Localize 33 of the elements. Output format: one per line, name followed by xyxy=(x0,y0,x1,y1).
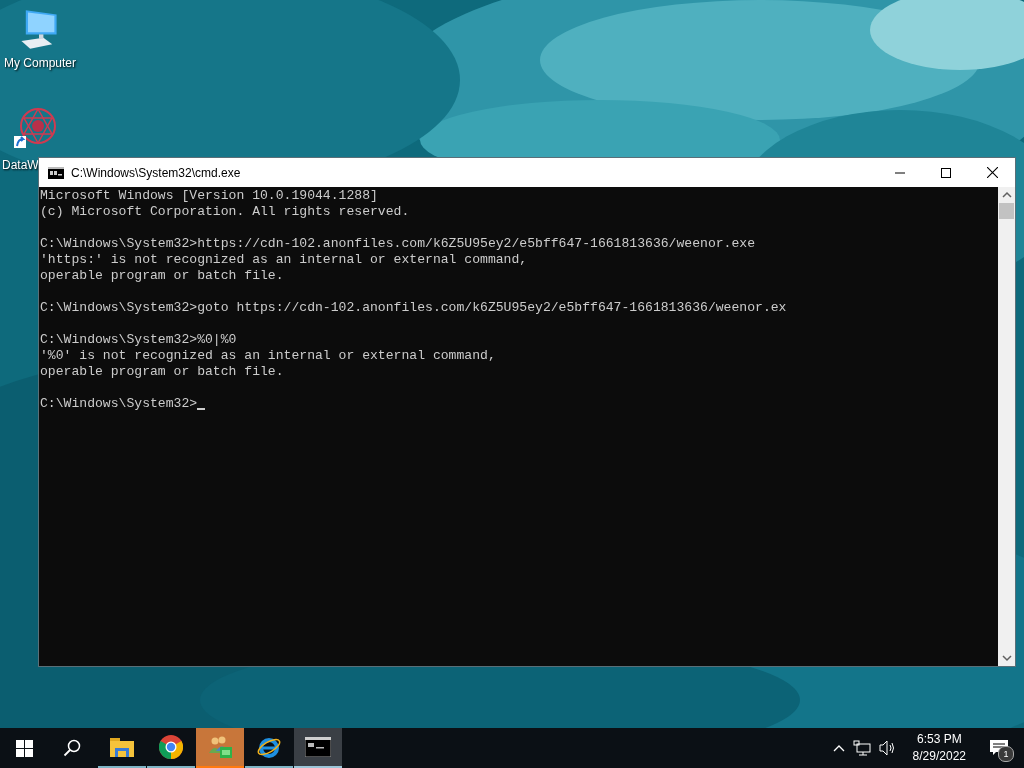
console-icon xyxy=(48,166,64,179)
folder-icon xyxy=(110,736,134,758)
chevron-up-icon[interactable] xyxy=(832,744,845,752)
network-icon[interactable] xyxy=(852,740,871,756)
clock-date: 8/29/2022 xyxy=(912,748,966,765)
users-icon xyxy=(207,735,233,759)
maximize-icon xyxy=(941,167,951,178)
console-line: C:\Windows\System32>%0|%0 xyxy=(40,332,237,348)
taskbar-app-button[interactable] xyxy=(294,728,342,768)
console-line: '%0' is not recognized as an internal or external command, xyxy=(40,348,496,364)
clock[interactable]: 6:53 PM 8/29/2022 xyxy=(908,731,970,765)
console-line: C:\Windows\System32>goto https://cdn-102.anonfiles.com/k6Z5U95ey2/e5bff647-1661813636/weenor.ex xyxy=(40,300,787,316)
volume-icon[interactable] xyxy=(878,740,897,756)
console-line: Microsoft Windows [Version 10.0.19044.1288] xyxy=(40,188,378,204)
console-line: 'https:' is not recognized as an internal or external command, xyxy=(40,252,528,268)
windows-logo-icon xyxy=(15,739,33,757)
desktop-icon-label[interactable]: DataW xyxy=(0,158,39,172)
console-icon xyxy=(305,737,331,757)
console-line: operable program or batch file. xyxy=(40,364,284,380)
scrollbar[interactable] xyxy=(998,187,1015,666)
clock-time: 6:53 PM xyxy=(916,731,962,748)
desktop-icon-label[interactable]: My Computer xyxy=(2,56,76,70)
console-line: (c) Microsoft Corporation. All rights reserved. xyxy=(40,204,410,220)
scrollbar-thumb[interactable] xyxy=(999,203,1014,219)
search-icon xyxy=(63,739,81,757)
internet-explorer-icon xyxy=(257,735,281,759)
console-line: C:\Windows\System32> xyxy=(40,396,198,412)
browser-logo-icon xyxy=(159,735,183,759)
close-icon xyxy=(986,167,998,178)
window-title: C:\Windows\System32\cmd.exe xyxy=(71,165,241,180)
console-line: C:\Windows\System32>https://cdn-102.anonfiles.com/k6Z5U95ey2/e5bff647-1661813636/weenor.exe xyxy=(40,236,756,252)
notification-count: 1 xyxy=(998,746,1014,762)
console-line: operable program or batch file. xyxy=(40,268,284,284)
